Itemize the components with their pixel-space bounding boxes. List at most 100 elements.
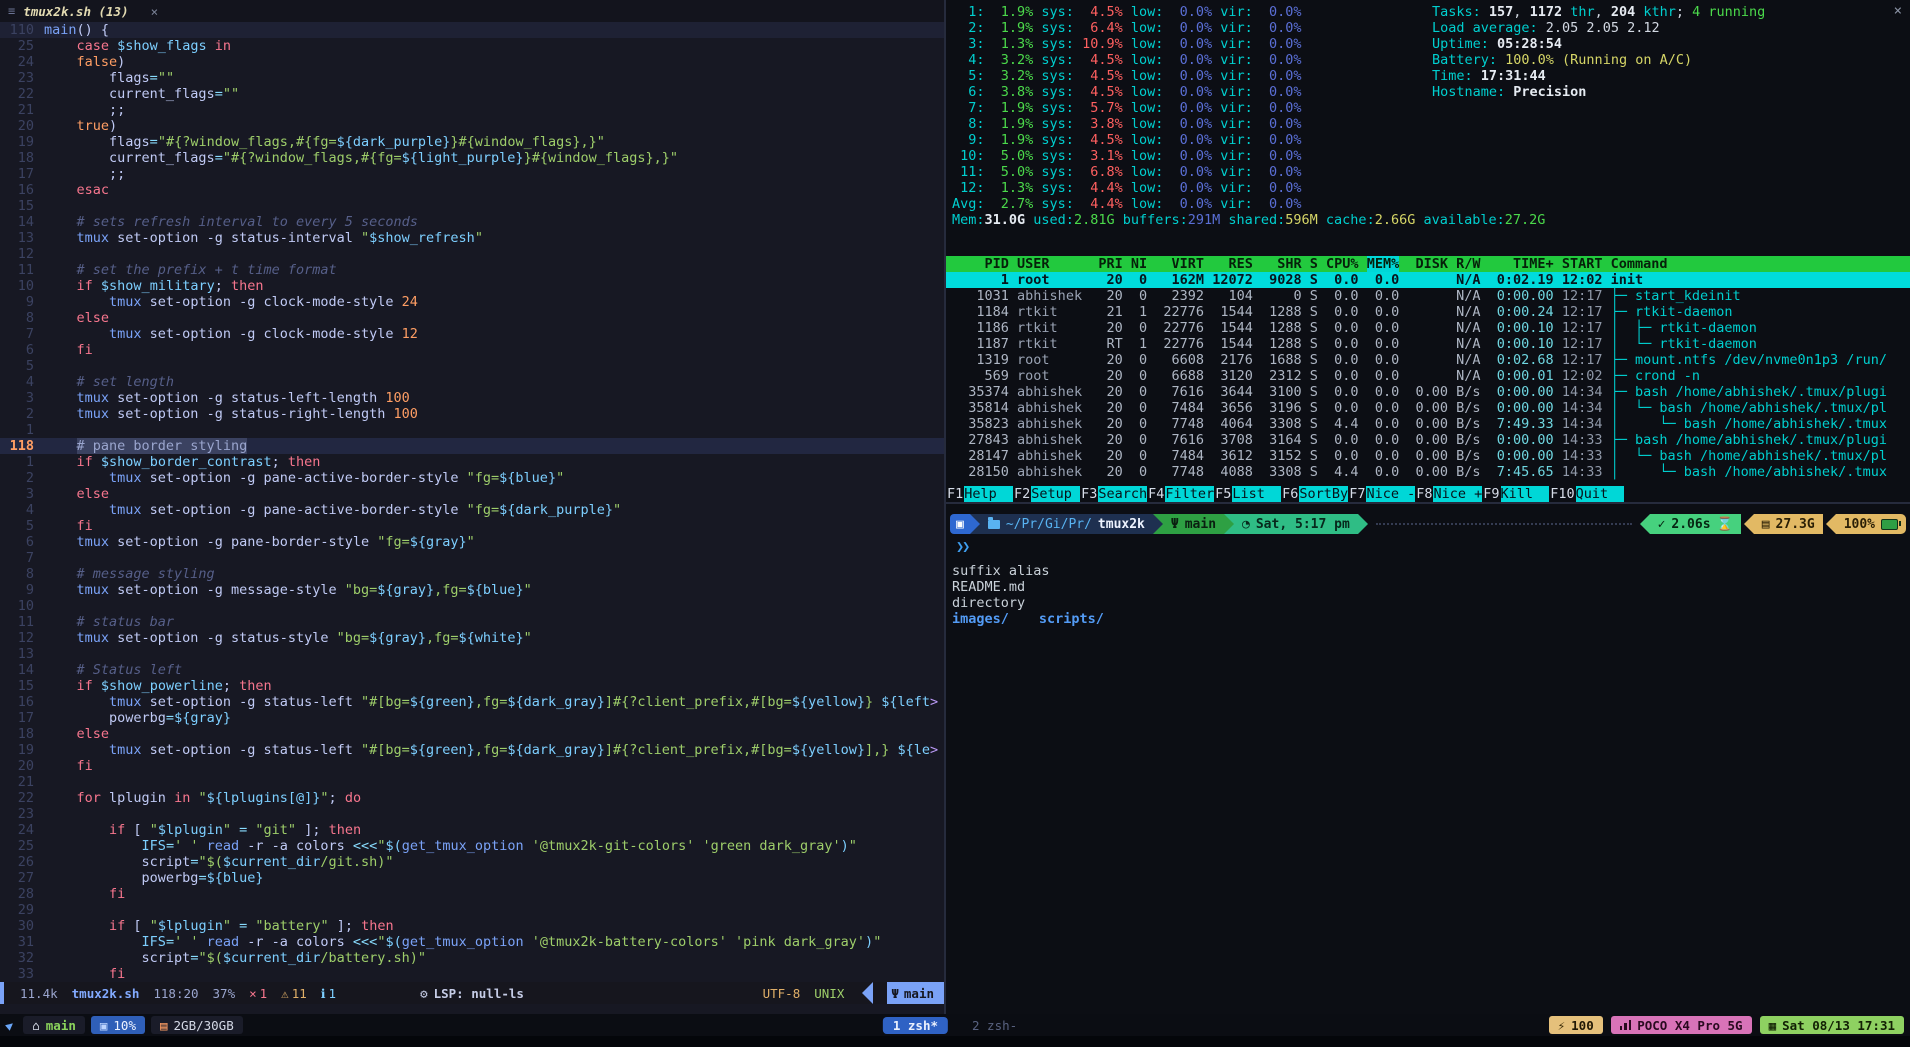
code-line[interactable]: 19 flags="#{?window_flags,#{fg=${dark_pu… [0, 134, 944, 150]
code-line[interactable]: 16 tmux set-option -g status-left "#[bg=… [0, 694, 944, 710]
code-line[interactable]: 11 # set the prefix + t time format [0, 262, 944, 278]
column-header-user[interactable]: USER [1017, 256, 1090, 272]
process-row[interactable]: 1184 rtkit 21 1 22776 1544 1288 S 0.0 0.… [946, 304, 1910, 320]
process-row[interactable]: 1031 abhishek 20 0 2392 104 0 S 0.0 0.0 … [946, 288, 1910, 304]
code-line[interactable]: 33 fi [0, 966, 944, 982]
column-header-ni[interactable]: NI [1131, 256, 1147, 272]
code-line[interactable]: 26 script="$($current_dir/git.sh)" [0, 854, 944, 870]
fkey-f2[interactable]: F2Setup [1013, 486, 1080, 502]
code-line[interactable]: 110main() { [0, 22, 944, 38]
column-header-pri[interactable]: PRI [1098, 256, 1122, 272]
process-row[interactable]: 35814 abhishek 20 0 7484 3656 3196 S 0.0… [946, 400, 1910, 416]
code-line[interactable]: 1 [0, 422, 944, 438]
code-line[interactable]: 4 # set length [0, 374, 944, 390]
code-line[interactable]: 21 [0, 774, 944, 790]
fkey-f10[interactable]: F10Quit [1549, 486, 1624, 502]
column-header-mem[interactable]: MEM% [1367, 256, 1400, 272]
code-line[interactable]: 30 if [ "$lplugin" = "battery" ]; then [0, 918, 944, 934]
column-header-disk[interactable]: DISK R/W [1407, 256, 1480, 272]
process-row[interactable]: 35823 abhishek 20 0 7748 4064 3308 S 4.4… [946, 416, 1910, 432]
code-line[interactable]: 24 if [ "$lplugin" = "git" ]; then [0, 822, 944, 838]
code-line[interactable]: 24 false) [0, 54, 944, 70]
code-line[interactable]: 32 script="$($current_dir/battery.sh)" [0, 950, 944, 966]
code-line[interactable]: 29 [0, 902, 944, 918]
code-line[interactable]: 12 tmux set-option -g status-style "bg=$… [0, 630, 944, 646]
code-line[interactable]: 3 tmux set-option -g status-left-length … [0, 390, 944, 406]
code-line[interactable]: 8 # message styling [0, 566, 944, 582]
code-line[interactable]: 5 [0, 358, 944, 374]
code-line[interactable]: 118 # pane border styling [0, 438, 944, 454]
tmux-window-2[interactable]: 2 zsh- [962, 1017, 1027, 1034]
fkey-f7[interactable]: F7Nice - [1348, 486, 1415, 502]
process-row[interactable]: 28150 abhishek 20 0 7748 4088 3308 S 4.4… [946, 464, 1910, 480]
process-row[interactable]: 1186 rtkit 20 0 22776 1544 1288 S 0.0 0.… [946, 320, 1910, 336]
process-row[interactable]: 569 root 20 0 6688 3120 2312 S 0.0 0.0 N… [946, 368, 1910, 384]
code-line[interactable]: 7 tmux set-option -g clock-mode-style 12 [0, 326, 944, 342]
code-area[interactable]: 110main() {25 case $show_flags in24 fals… [0, 22, 944, 982]
code-line[interactable]: 14 # sets refresh interval to every 5 se… [0, 214, 944, 230]
code-line[interactable]: 23 [0, 806, 944, 822]
code-line[interactable]: 13 [0, 646, 944, 662]
session-segment[interactable]: ⌂ main [23, 1016, 85, 1034]
column-header-pid[interactable]: PID [952, 256, 1009, 272]
fkey-f9[interactable]: F9Kill [1482, 486, 1549, 502]
code-line[interactable]: 2 tmux set-option -g status-right-length… [0, 406, 944, 422]
code-line[interactable]: 15 [0, 198, 944, 214]
fkey-f1[interactable]: F1Help [946, 486, 1013, 502]
code-line[interactable]: 22 for lplugin in "${lplugins[@]}"; do [0, 790, 944, 806]
fkey-f5[interactable]: F5List [1214, 486, 1281, 502]
code-line[interactable]: 3 else [0, 486, 944, 502]
code-line[interactable]: 17 ;; [0, 166, 944, 182]
code-line[interactable]: 1 if $show_border_contrast; then [0, 454, 944, 470]
code-line[interactable]: 7 [0, 550, 944, 566]
code-line[interactable]: 23 flags="" [0, 70, 944, 86]
code-line[interactable]: 9 tmux set-option -g clock-mode-style 24 [0, 294, 944, 310]
code-line[interactable]: 27 powerbg=${blue} [0, 870, 944, 886]
tab-close-icon[interactable]: × [151, 4, 159, 19]
code-line[interactable]: 14 # Status left [0, 662, 944, 678]
code-line[interactable]: 31 IFS=' ' read -r -a colors <<<"$(get_t… [0, 934, 944, 950]
column-header-virt[interactable]: VIRT [1155, 256, 1204, 272]
code-line[interactable]: 11 # status bar [0, 614, 944, 630]
code-line[interactable]: 2 tmux set-option -g pane-active-border-… [0, 470, 944, 486]
fkey-f4[interactable]: F4Filter [1147, 486, 1214, 502]
prompt-input-line[interactable]: ❯❯ [956, 539, 1906, 555]
code-line[interactable]: 6 tmux set-option -g pane-border-style "… [0, 534, 944, 550]
column-header-cpu[interactable]: CPU% [1326, 256, 1359, 272]
process-row[interactable]: 28147 abhishek 20 0 7484 3612 3152 S 0.0… [946, 448, 1910, 464]
code-line[interactable]: 10 if $show_military; then [0, 278, 944, 294]
code-line[interactable]: 10 [0, 598, 944, 614]
column-header-st[interactable]: S [1310, 256, 1318, 272]
code-line[interactable]: 22 current_flags="" [0, 86, 944, 102]
code-line[interactable]: 28 fi [0, 886, 944, 902]
fkey-f8[interactable]: F8Nice + [1415, 486, 1482, 502]
window-close-icon[interactable]: × [1894, 3, 1902, 19]
tab-title[interactable]: tmux2k.sh (13) [23, 4, 128, 19]
code-line[interactable]: 9 tmux set-option -g message-style "bg=$… [0, 582, 944, 598]
code-line[interactable]: 19 tmux set-option -g status-left "#[bg=… [0, 742, 944, 758]
code-line[interactable]: 18 else [0, 726, 944, 742]
code-line[interactable]: 25 IFS=' ' read -r -a colors <<<"$(get_t… [0, 838, 944, 854]
code-line[interactable]: 8 else [0, 310, 944, 326]
terminal-pane[interactable]: ▣ ~/Pr/Gi/Pr/tmux2k Ψ main ◔ Sat, 5:17 p… [946, 504, 1910, 1014]
column-header-cmd[interactable]: Command [1611, 256, 1668, 272]
process-row[interactable]: 27843 abhishek 20 0 7616 3708 3164 S 0.0… [946, 432, 1910, 448]
process-row[interactable]: 1187 rtkit RT 1 22776 1544 1288 S 0.0 0.… [946, 336, 1910, 352]
code-line[interactable]: 6 fi [0, 342, 944, 358]
fkey-f3[interactable]: F3Search [1080, 486, 1147, 502]
tmux-window-1[interactable]: 1 zsh* [883, 1017, 948, 1034]
column-header-shr[interactable]: SHR [1261, 256, 1302, 272]
code-line[interactable]: 13 tmux set-option -g status-interval "$… [0, 230, 944, 246]
code-line[interactable]: 16 esac [0, 182, 944, 198]
code-line[interactable]: 25 case $show_flags in [0, 38, 944, 54]
code-line[interactable]: 20 true) [0, 118, 944, 134]
code-line[interactable]: 15 if $show_powerline; then [0, 678, 944, 694]
code-line[interactable]: 17 powerbg=${gray} [0, 710, 944, 726]
code-line[interactable]: 21 ;; [0, 102, 944, 118]
code-line[interactable]: 12 [0, 246, 944, 262]
column-header-start[interactable]: START [1562, 256, 1603, 272]
fkey-f6[interactable]: F6SortBy [1281, 486, 1348, 502]
launcher-icon[interactable]: ▶ [2, 1017, 17, 1032]
code-line[interactable]: 18 current_flags="#{?window_flags,#{fg=$… [0, 150, 944, 166]
process-row[interactable]: 35374 abhishek 20 0 7616 3644 3100 S 0.0… [946, 384, 1910, 400]
